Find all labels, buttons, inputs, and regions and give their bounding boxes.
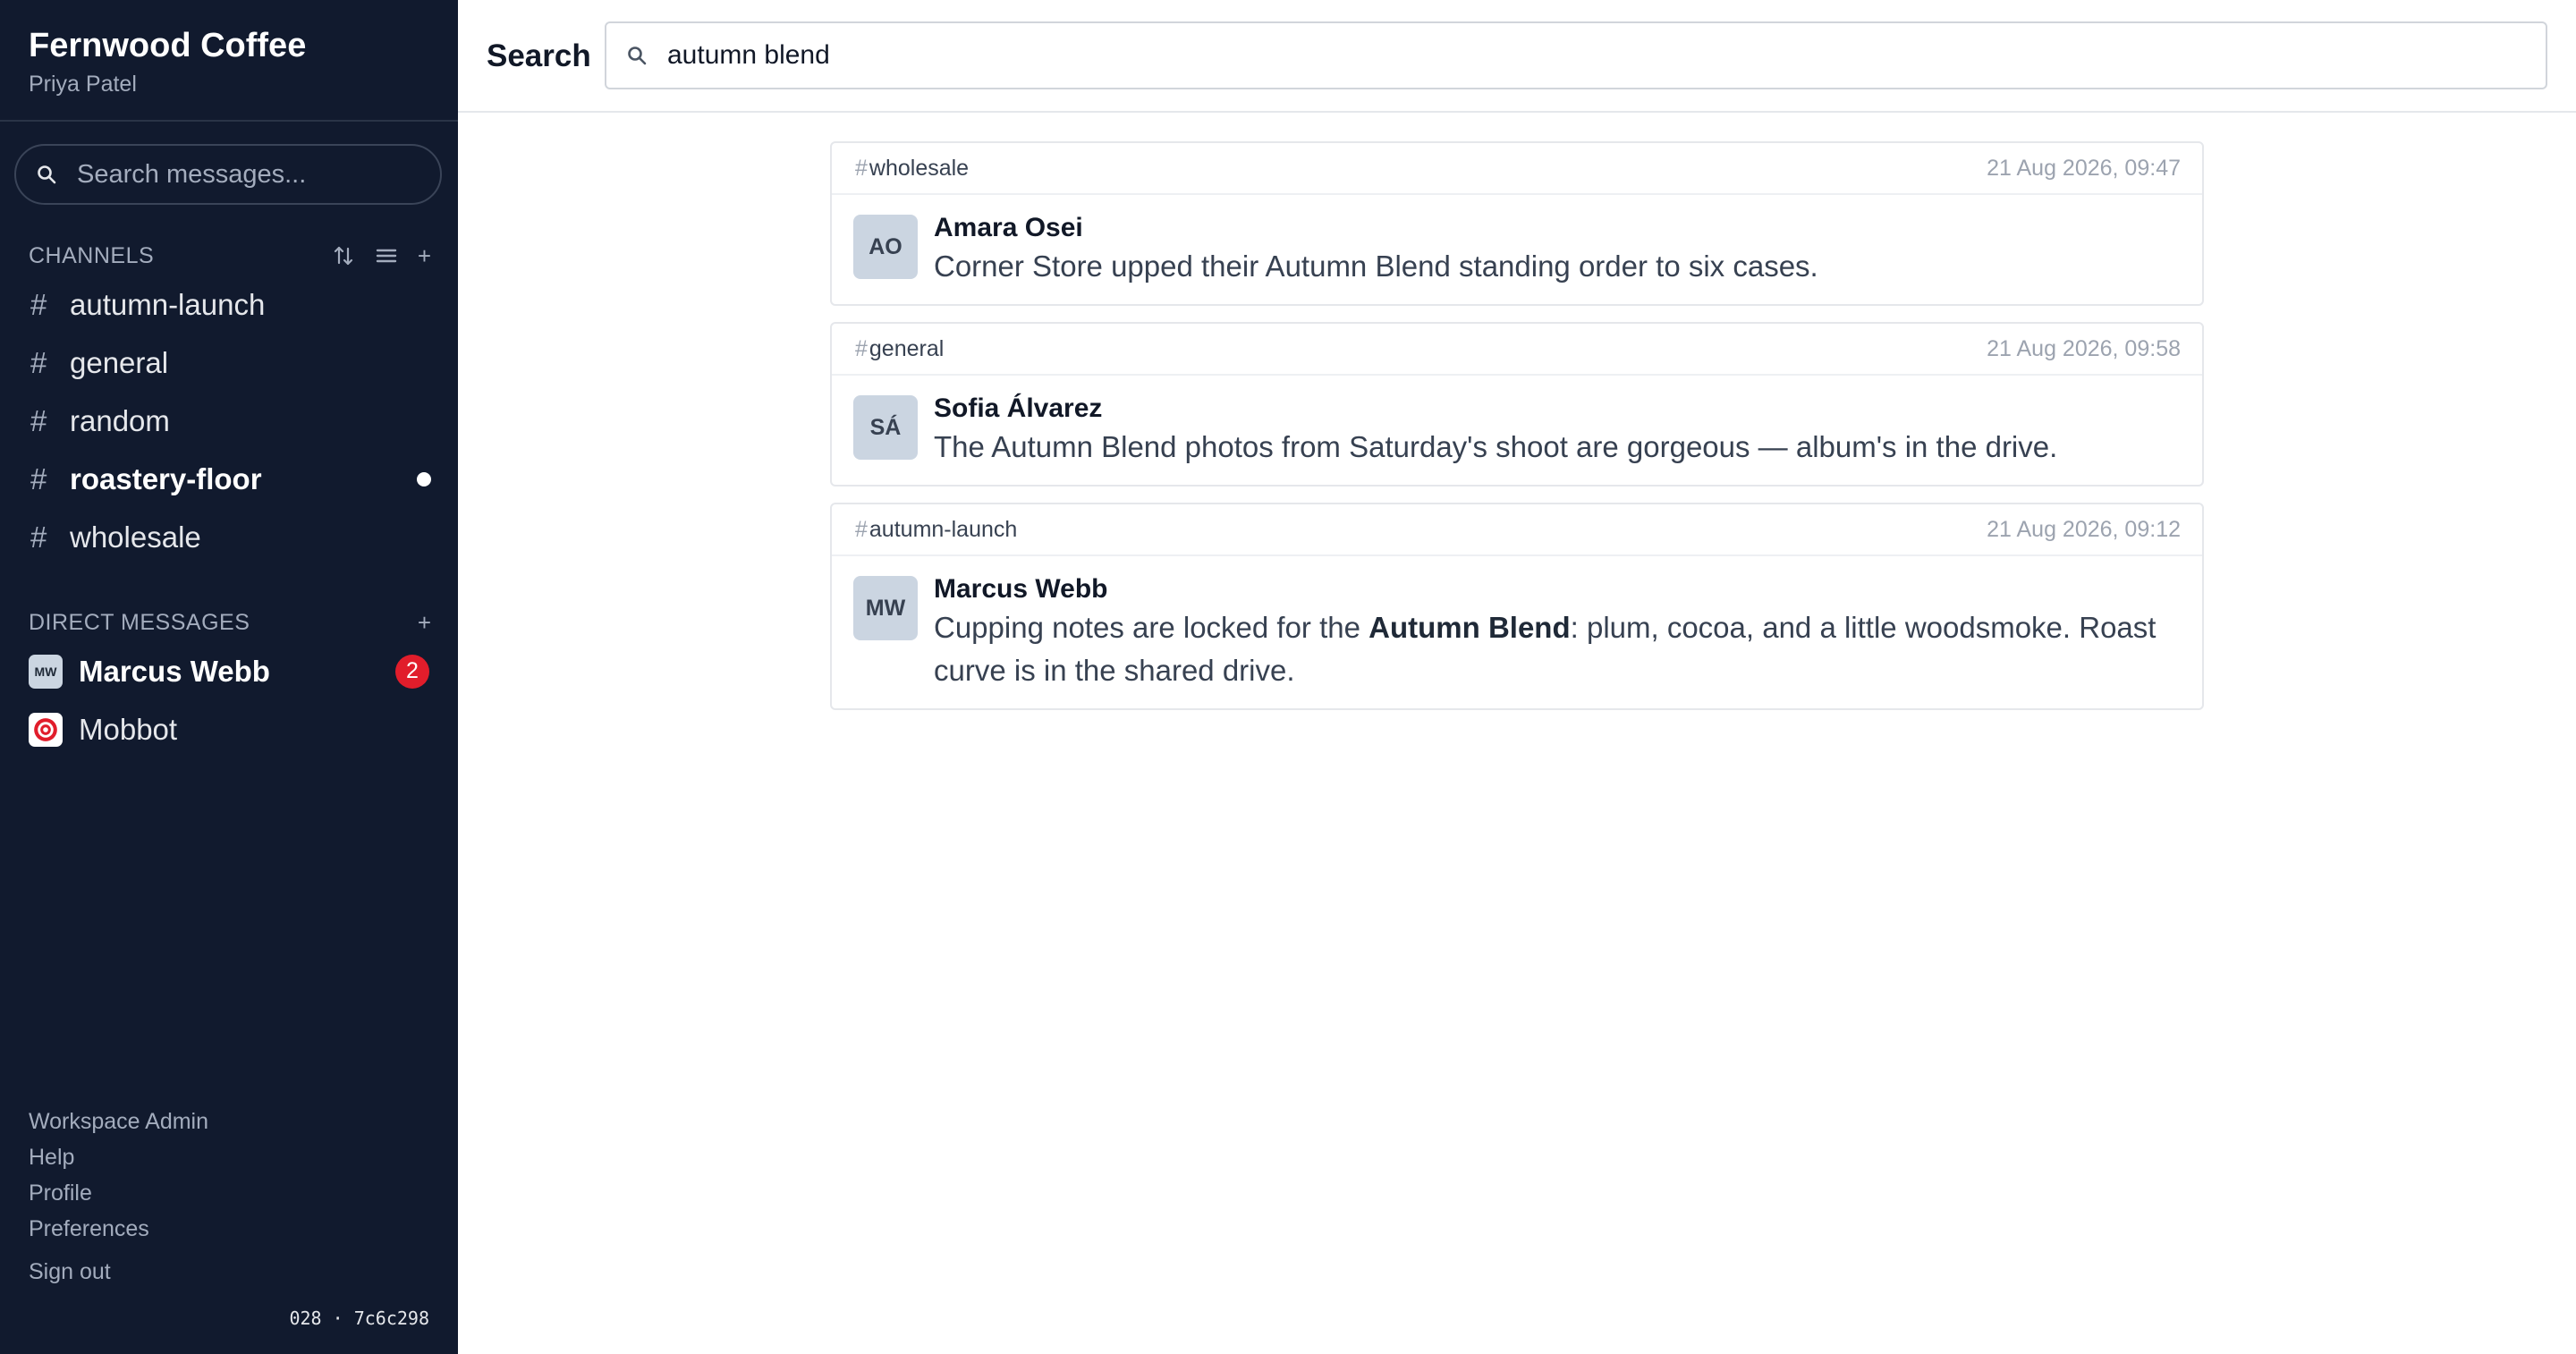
sidebar-item-mobbot[interactable]: Mobbot — [0, 700, 458, 758]
channels-section-label: CHANNELS — [29, 242, 155, 268]
result-channel[interactable]: #general — [855, 336, 944, 362]
channel-name: roastery-floor — [70, 461, 262, 495]
preferences-link[interactable]: Preferences — [29, 1211, 208, 1247]
unread-count-badge: 2 — [395, 654, 429, 689]
result-header: #wholesale 21 Aug 2026, 09:47 — [832, 143, 2202, 195]
search-icon — [38, 165, 56, 184]
channel-name: autumn-launch — [70, 287, 266, 321]
channels-tools: + — [332, 244, 431, 267]
result-content: Marcus Webb Cupping notes are locked for… — [934, 572, 2181, 692]
workspace-header[interactable]: Fernwood Coffee Priya Patel — [0, 0, 458, 122]
hash-icon: # — [30, 403, 47, 437]
sidebar-item-general[interactable]: # general — [0, 334, 458, 392]
sidebar-item-autumn-launch[interactable]: # autumn-launch — [0, 275, 458, 334]
workspace-admin-link[interactable]: Workspace Admin — [29, 1104, 208, 1139]
hash-icon: # — [30, 345, 47, 379]
dm-list: MW Marcus Webb 2 Mobbot — [0, 642, 458, 758]
channel-name: wholesale — [70, 520, 201, 554]
result-channel-name: autumn-launch — [869, 516, 1018, 542]
app-window: Fernwood Coffee Priya Patel CHANNELS — [0, 0, 2576, 1354]
sign-out-link[interactable]: Sign out — [29, 1259, 111, 1285]
result-channel-name: general — [869, 335, 945, 361]
main-panel: Search #wholesale 21 Aug 2026, 09:47 AO … — [458, 0, 2576, 1354]
target-icon — [29, 712, 63, 747]
sidebar-item-wholesale[interactable]: # wholesale — [0, 508, 458, 566]
add-channel-button[interactable]: + — [418, 244, 431, 267]
sidebar-search[interactable] — [14, 144, 442, 205]
search-topbar: Search — [458, 0, 2576, 113]
sidebar: Fernwood Coffee Priya Patel CHANNELS — [0, 0, 458, 1354]
search-icon — [628, 47, 647, 65]
result-content: Sofia Álvarez The Autumn Blend photos fr… — [934, 392, 2057, 469]
result-header: #autumn-launch 21 Aug 2026, 09:12 — [832, 504, 2202, 556]
unread-dot — [417, 471, 431, 487]
result-author: Marcus Webb — [934, 574, 1108, 604]
result-author: Amara Osei — [934, 213, 1083, 242]
current-user-name: Priya Patel — [29, 72, 137, 97]
workspace-name: Fernwood Coffee — [29, 27, 307, 64]
main-search[interactable] — [605, 21, 2547, 89]
result-body: MW Marcus Webb Cupping notes are locked … — [832, 556, 2202, 708]
result-text-part: Cupping notes are locked for the — [934, 611, 1369, 644]
result-author: Sofia Álvarez — [934, 394, 1103, 423]
sidebar-item-marcus-webb[interactable]: MW Marcus Webb 2 — [0, 642, 458, 700]
search-result[interactable]: #wholesale 21 Aug 2026, 09:47 AO Amara O… — [830, 141, 2204, 306]
hash-icon: # — [855, 516, 868, 542]
channel-name: general — [70, 345, 169, 379]
hash-icon: # — [30, 287, 47, 321]
result-text: Cupping notes are locked for the Autumn … — [934, 606, 2181, 692]
result-timestamp: 21 Aug 2026, 09:47 — [1987, 155, 2181, 181]
footer-links: Workspace Admin Help Profile Preferences — [29, 1104, 208, 1247]
dm-name: Mobbot — [79, 712, 178, 746]
search-results: #wholesale 21 Aug 2026, 09:47 AO Amara O… — [830, 141, 2204, 726]
sidebar-item-random[interactable]: # random — [0, 392, 458, 450]
result-text: Corner Store upped their Autumn Blend st… — [934, 250, 1818, 283]
result-timestamp: 21 Aug 2026, 09:12 — [1987, 516, 2181, 542]
result-header: #general 21 Aug 2026, 09:58 — [832, 324, 2202, 376]
avatar: AO — [853, 215, 918, 279]
add-dm-button[interactable]: + — [418, 611, 431, 634]
result-timestamp: 21 Aug 2026, 09:58 — [1987, 335, 2181, 361]
avatar: MW — [29, 654, 63, 689]
sidebar-search-input[interactable] — [75, 158, 419, 190]
dm-tools: + — [418, 611, 431, 634]
hash-icon: # — [855, 155, 868, 181]
search-result[interactable]: #general 21 Aug 2026, 09:58 SÁ Sofia Álv… — [830, 322, 2204, 487]
result-channel-name: wholesale — [869, 155, 970, 181]
sort-arrows-icon[interactable] — [332, 244, 355, 267]
dm-name: Marcus Webb — [79, 654, 270, 688]
result-channel[interactable]: #autumn-launch — [855, 517, 1017, 543]
channel-list: # autumn-launch # general # random # roa… — [0, 275, 458, 566]
channels-section-header: CHANNELS + — [29, 240, 431, 272]
result-channel[interactable]: #wholesale — [855, 156, 969, 182]
search-input[interactable] — [665, 39, 2546, 72]
search-result[interactable]: #autumn-launch 21 Aug 2026, 09:12 MW Mar… — [830, 503, 2204, 710]
search-match-highlight: Autumn Blend — [1368, 611, 1571, 644]
hash-icon: # — [855, 335, 868, 361]
result-text: The Autumn Blend photos from Saturday's … — [934, 430, 2058, 463]
hash-icon: # — [30, 520, 47, 554]
avatar: MW — [853, 576, 918, 640]
result-body: AO Amara Osei Corner Store upped their A… — [832, 195, 2202, 304]
list-icon[interactable] — [375, 244, 398, 267]
avatar: SÁ — [853, 395, 918, 460]
build-version: 028 · 7c6c298 — [289, 1307, 429, 1329]
result-body: SÁ Sofia Álvarez The Autumn Blend photos… — [832, 376, 2202, 485]
dm-section-label: DIRECT MESSAGES — [29, 609, 250, 635]
channel-name: random — [70, 403, 170, 437]
help-link[interactable]: Help — [29, 1139, 208, 1175]
hash-icon: # — [30, 461, 47, 495]
result-content: Amara Osei Corner Store upped their Autu… — [934, 211, 1818, 288]
sidebar-item-roastery-floor[interactable]: # roastery-floor — [0, 450, 458, 508]
page-title: Search — [487, 38, 591, 73]
dm-section-header: DIRECT MESSAGES + — [29, 606, 431, 639]
profile-link[interactable]: Profile — [29, 1175, 208, 1211]
